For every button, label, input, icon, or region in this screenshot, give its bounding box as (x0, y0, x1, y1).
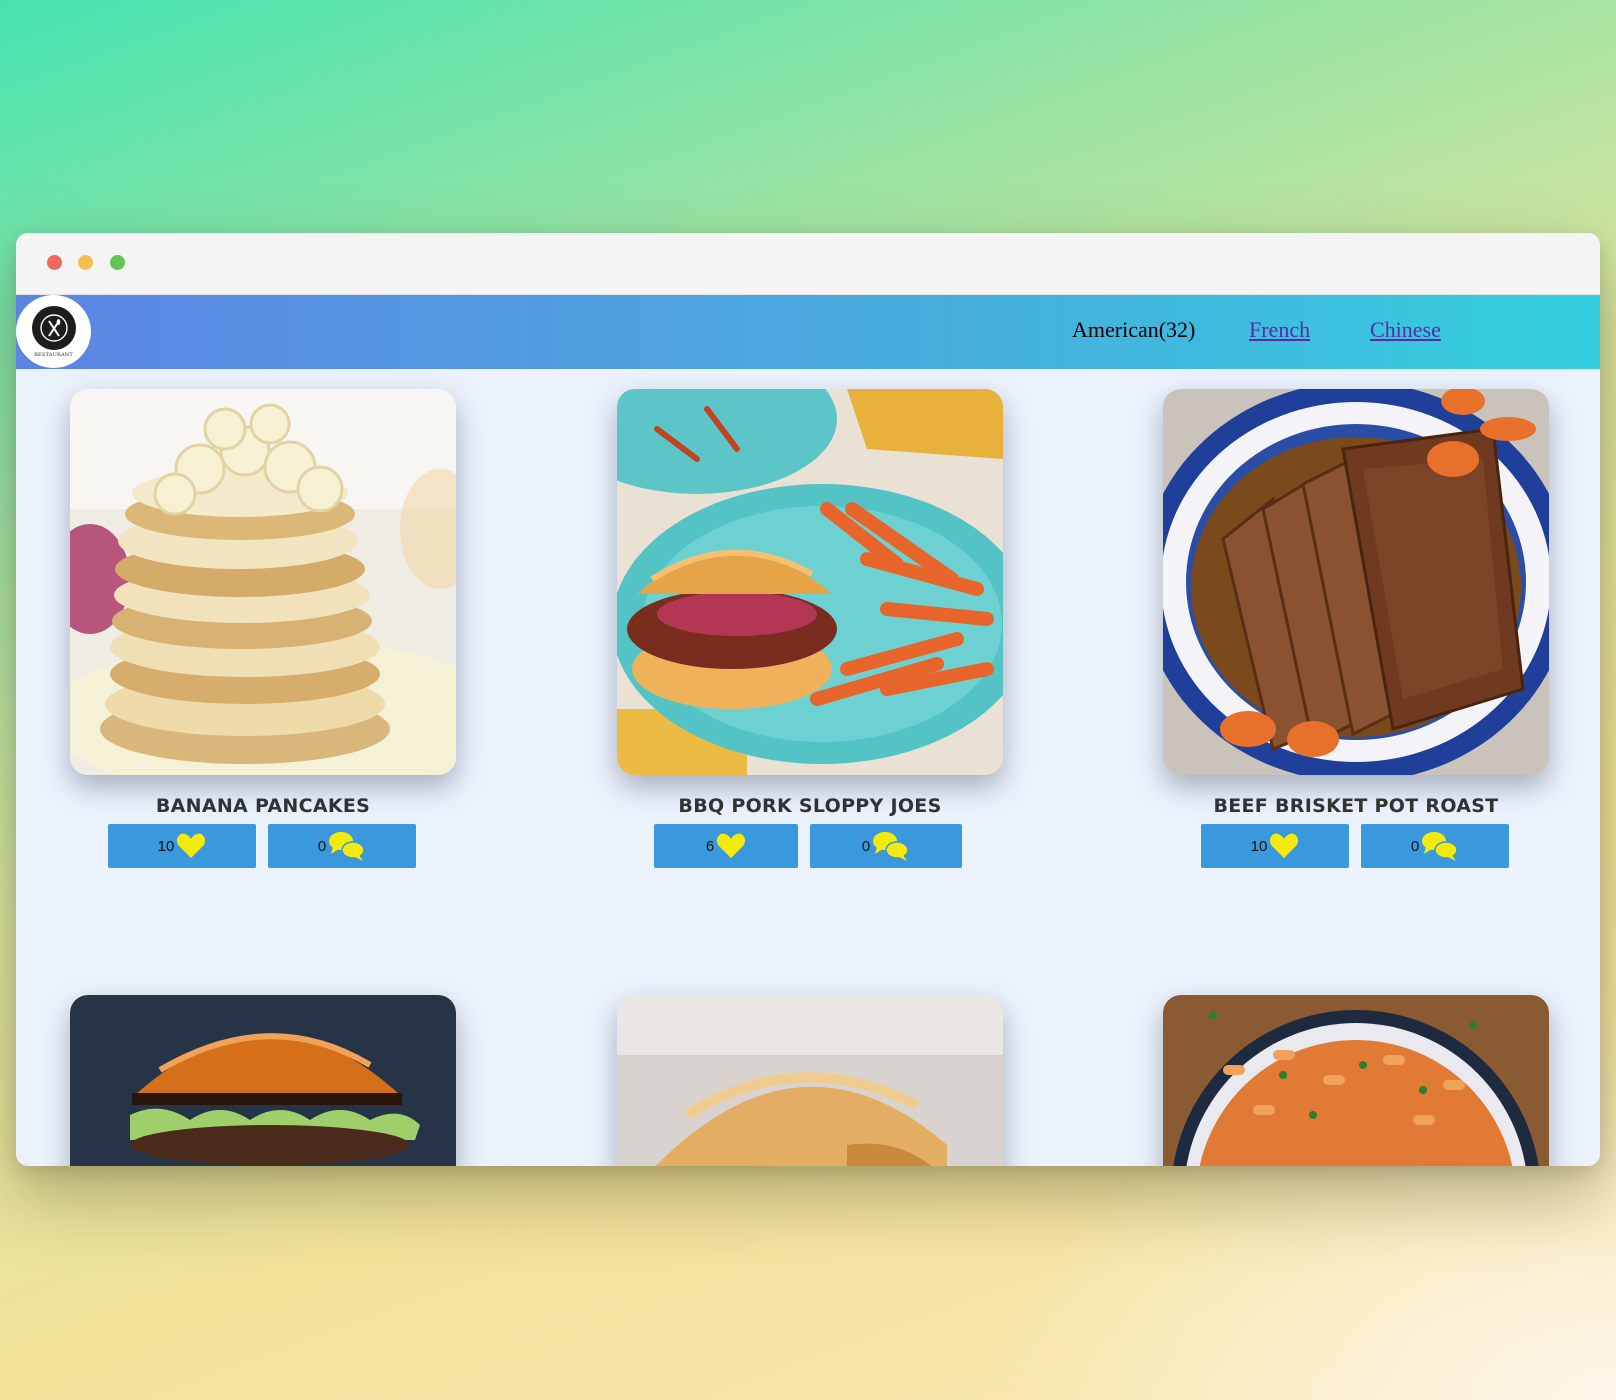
heart-icon (177, 833, 206, 858)
nav-link-french[interactable]: French (1249, 317, 1310, 343)
like-count: 6 (705, 837, 715, 855)
navbar: RESTAURANT American(32) French Chinese (16, 295, 1600, 369)
comments-button[interactable]: 0 (268, 824, 416, 868)
comment-count: 0 (1410, 837, 1420, 855)
dish-title: BBQ Pork Sloppy Joes (678, 795, 942, 817)
comment-count: 0 (317, 837, 327, 855)
chat-bubbles-icon (1422, 832, 1458, 861)
recipe-card: Beef Brisket Pot Roast (1163, 389, 1549, 817)
recipe-card (70, 995, 456, 1166)
recipe-card (617, 995, 1003, 1166)
comments-button[interactable]: 0 (1361, 824, 1509, 868)
nav-link-american[interactable]: American(32) (1072, 317, 1195, 343)
like-count: 10 (157, 837, 175, 855)
nav-link-chinese[interactable]: Chinese (1370, 317, 1441, 343)
like-button[interactable]: 10 (108, 824, 256, 868)
window-titlebar (16, 233, 1600, 295)
browser-window: RESTAURANT American(32) French Chinese B… (16, 233, 1600, 1166)
like-count: 10 (1250, 837, 1268, 855)
dish-photo[interactable] (617, 389, 1003, 775)
dish-photo[interactable] (617, 995, 1003, 1166)
dish-photo[interactable] (70, 389, 456, 775)
comments-button[interactable]: 0 (810, 824, 962, 868)
fork-knife-icon (31, 305, 76, 350)
recipe-grid: Banana Pancakes (16, 369, 1600, 1166)
minimize-window-button[interactable] (78, 255, 93, 270)
dish-photo[interactable] (70, 995, 456, 1166)
recipe-card (1163, 995, 1549, 1166)
recipe-card: BBQ Pork Sloppy Joes (617, 389, 1003, 817)
heart-icon (717, 833, 746, 858)
dish-photo[interactable] (1163, 389, 1549, 775)
heart-icon (1270, 833, 1299, 858)
like-button[interactable]: 6 (654, 824, 798, 868)
comment-count: 0 (861, 837, 871, 855)
restaurant-logo[interactable]: RESTAURANT (16, 295, 91, 368)
dish-photo[interactable] (1163, 995, 1549, 1166)
like-button[interactable]: 10 (1201, 824, 1349, 868)
recipe-card: Banana Pancakes (70, 389, 456, 817)
chat-bubbles-icon (329, 832, 365, 861)
maximize-window-button[interactable] (110, 255, 125, 270)
chat-bubbles-icon (873, 832, 909, 861)
dish-title: Banana Pancakes (155, 795, 371, 817)
card-actions-row: 10 0 6 0 10 0 (16, 824, 1600, 868)
close-window-button[interactable] (47, 255, 62, 270)
logo-text: RESTAURANT (34, 351, 73, 358)
dish-title: Beef Brisket Pot Roast (1213, 795, 1499, 817)
